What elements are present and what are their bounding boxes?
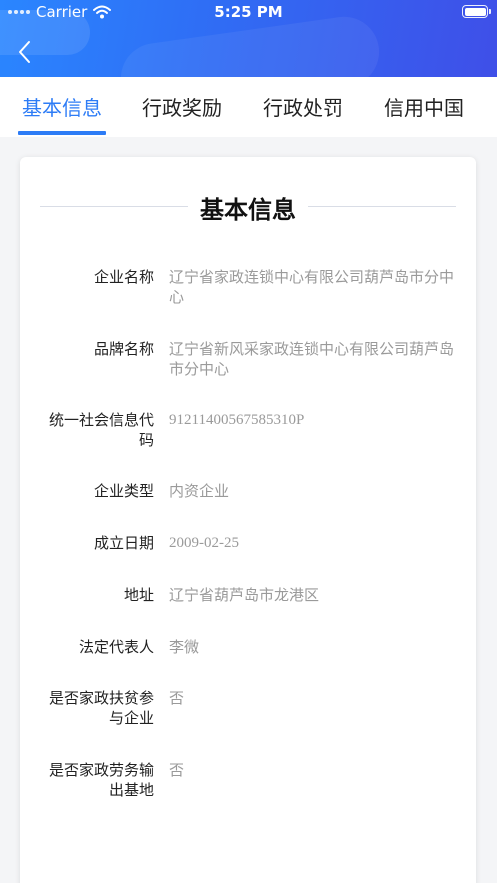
field-value: 李微	[169, 638, 200, 656]
field-label: 法定代表人	[78, 638, 154, 656]
field-value: 辽宁省新风采家政连锁中心有限公司葫芦岛市分中心	[169, 340, 455, 378]
header-bar: Carrier 5:25 PM	[0, 0, 497, 77]
back-button[interactable]	[12, 38, 40, 66]
field-value: 否	[169, 689, 185, 707]
info-card: 基本信息 企业名称 辽宁省家政连锁中心有限公司葫芦岛市分中心 品牌名称 辽宁省新…	[20, 157, 476, 883]
tab-basic-info[interactable]: 基本信息	[18, 92, 106, 136]
field-value: 否	[169, 761, 185, 779]
tab-label: 信用中国	[384, 96, 464, 120]
chevron-left-icon	[19, 41, 30, 63]
field-label: 是否家政扶贫参与企业	[48, 689, 154, 727]
tab-bar: 基本信息 行政奖励 行政处罚 信用中国	[0, 77, 497, 137]
field-label: 企业名称	[93, 268, 154, 286]
field-value: 辽宁省葫芦岛市龙港区	[169, 586, 320, 604]
field-label: 统一社会信息代码	[48, 411, 154, 449]
status-bar: Carrier 5:25 PM	[0, 0, 497, 24]
tab-label: 行政处罚	[263, 96, 343, 120]
field-value: 2009-02-25	[169, 535, 239, 551]
card-header: 基本信息	[40, 187, 456, 227]
field-value: 辽宁省家政连锁中心有限公司葫芦岛市分中心	[169, 268, 455, 306]
field-value: 内资企业	[169, 482, 230, 500]
tab-admin-rewards[interactable]: 行政奖励	[140, 92, 224, 136]
tab-label: 基本信息	[22, 96, 102, 120]
card-title: 基本信息	[40, 190, 456, 225]
field-label: 是否家政劳务输出基地	[48, 761, 154, 799]
field-value: 91211400567585310P	[169, 412, 305, 428]
status-time: 5:25 PM	[214, 3, 283, 21]
field-label: 品牌名称	[93, 340, 154, 358]
field-label: 成立日期	[93, 534, 154, 552]
field-label: 地址	[123, 586, 154, 604]
field-label: 企业类型	[93, 482, 154, 500]
tab-admin-penalties[interactable]: 行政处罚	[261, 92, 345, 136]
tab-active-indicator	[18, 131, 106, 135]
tab-label: 行政奖励	[142, 96, 222, 120]
battery-icon	[462, 5, 491, 18]
tab-credit-china[interactable]: 信用中国	[382, 92, 466, 136]
